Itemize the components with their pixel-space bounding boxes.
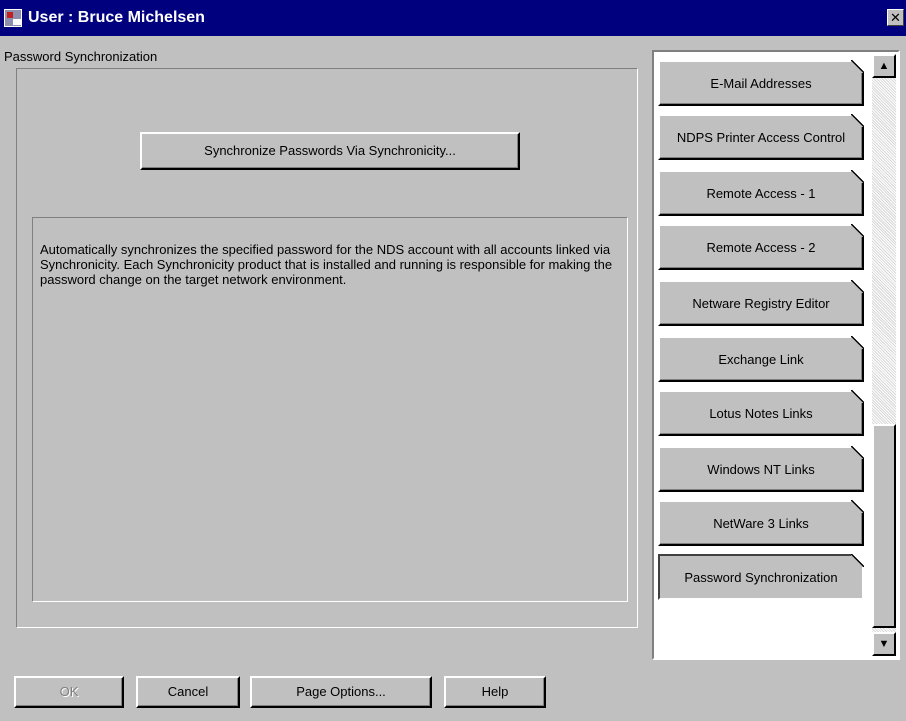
page-tabs-list: E-Mail Addresses NDPS Printer Access Con… [652, 50, 900, 660]
scroll-down-arrow-icon[interactable]: ▼ [872, 632, 896, 656]
page-fold-icon [851, 446, 864, 459]
close-button[interactable]: ✕ [887, 9, 904, 26]
tab-netware-registry-editor[interactable]: Netware Registry Editor [658, 280, 864, 326]
page-fold-icon [851, 280, 864, 293]
tab-label: NetWare 3 Links [713, 515, 809, 531]
cancel-button[interactable]: Cancel [136, 676, 240, 708]
tab-exchange-link[interactable]: Exchange Link [658, 336, 864, 382]
tab-label: Exchange Link [718, 351, 804, 367]
window-title: User : Bruce Michelsen [28, 9, 205, 26]
tab-label: E-Mail Addresses [710, 75, 812, 91]
tab-label: NDPS Printer Access Control [676, 129, 846, 145]
scroll-thumb[interactable] [872, 424, 896, 628]
tab-label: Lotus Notes Links [709, 405, 813, 421]
tabs-scrollbar[interactable]: ▲ ▼ [872, 54, 896, 656]
tab-label: Windows NT Links [707, 461, 815, 477]
tab-remote-access-2[interactable]: Remote Access - 2 [658, 224, 864, 270]
tab-label: Password Synchronization [684, 569, 838, 585]
page-fold-icon [851, 114, 864, 127]
page-fold-icon [851, 60, 864, 73]
page-fold-icon [851, 554, 864, 567]
tab-remote-access-1[interactable]: Remote Access - 1 [658, 170, 864, 216]
tab-label: Remote Access - 1 [706, 185, 816, 201]
tab-netware-3-links[interactable]: NetWare 3 Links [658, 500, 864, 546]
tab-lotus-notes-links[interactable]: Lotus Notes Links [658, 390, 864, 436]
tab-windows-nt-links[interactable]: Windows NT Links [658, 446, 864, 492]
page-group-label: Password Synchronization [4, 49, 158, 64]
page-options-button[interactable]: Page Options... [250, 676, 432, 708]
synchronize-passwords-button[interactable]: Synchronize Passwords Via Synchronicity.… [140, 132, 520, 170]
help-button[interactable]: Help [444, 676, 546, 708]
tab-ndps-printer-access-control[interactable]: NDPS Printer Access Control [658, 114, 864, 160]
page-fold-icon [851, 336, 864, 349]
ok-button[interactable]: OK [14, 676, 124, 708]
page-fold-icon [851, 170, 864, 183]
tab-password-synchronization[interactable]: Password Synchronization [658, 554, 864, 600]
page-fold-icon [851, 500, 864, 513]
app-icon[interactable] [4, 9, 22, 27]
page-fold-icon [851, 224, 864, 237]
title-bar[interactable]: User : Bruce Michelsen ✕ [0, 0, 906, 36]
tab-label: Netware Registry Editor [692, 295, 830, 311]
description-text: Automatically synchronizes the specified… [40, 242, 613, 287]
page-fold-icon [851, 390, 864, 403]
scroll-up-arrow-icon[interactable]: ▲ [872, 54, 896, 78]
tab-email-addresses[interactable]: E-Mail Addresses [658, 60, 864, 106]
user-properties-window: User : Bruce Michelsen ✕ Password Synchr… [0, 0, 906, 721]
tab-label: Remote Access - 2 [706, 239, 816, 255]
